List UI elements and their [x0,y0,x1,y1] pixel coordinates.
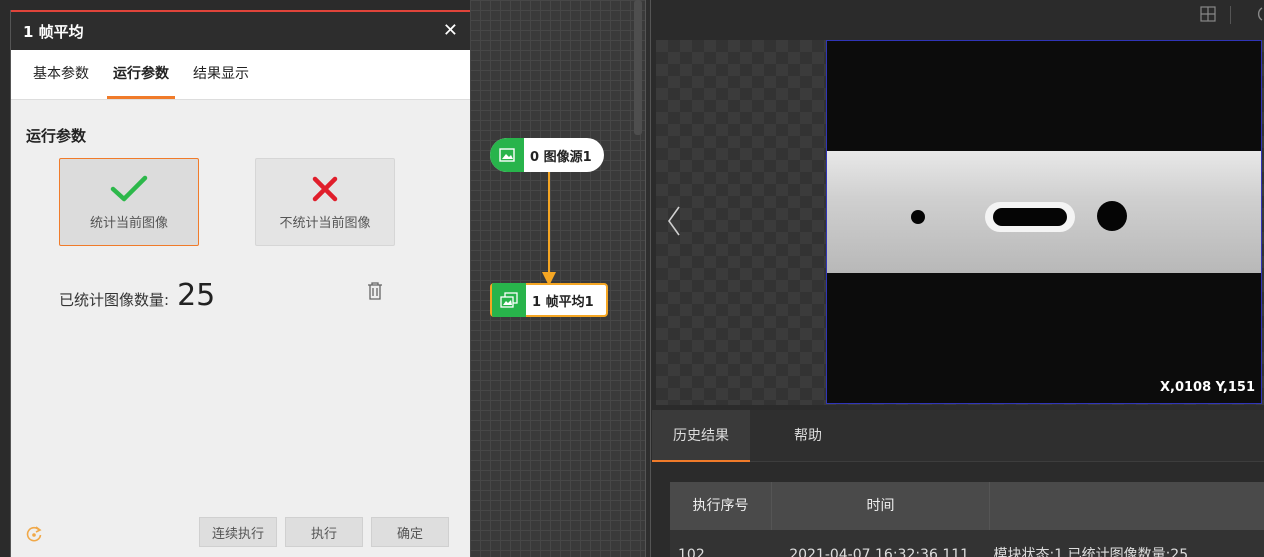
tab-history-results[interactable]: 历史结果 [652,410,750,462]
tab-basic-params[interactable]: 基本参数 [21,49,101,99]
toolbar-separator [1230,6,1231,24]
count-row: 已统计图像数量: 25 [59,278,215,313]
column-header: 执行序号 [670,482,772,530]
confirm-button[interactable]: 确定 [371,517,449,547]
flow-canvas[interactable] [470,0,650,557]
row-text: 模块状态:1,已统计图像数量:25 [993,547,1189,557]
column-header [990,482,1264,530]
chevron-left-icon[interactable] [666,205,682,241]
results-table: 执行序号 时间 102 2021-04-07 16:32:36.111 模块状态… [670,482,1264,557]
viewer-toolbar [652,0,1264,40]
flow-connector [542,172,556,286]
option-label: 统计当前图像 [89,215,168,231]
skip-current-image-button[interactable]: 不统计当前图像 [255,158,395,246]
camera-image: X,0108 Y,151 [826,40,1262,404]
refresh-icon[interactable] [25,525,43,547]
hole-small [911,210,925,224]
settings-icon[interactable] [1250,6,1264,26]
result-tabs: 历史结果 帮助 [652,410,1264,462]
canvas-scrollbar[interactable] [634,0,642,135]
trash-icon[interactable] [367,282,383,304]
row-index: 102 [678,547,705,557]
option-label: 不统计当前图像 [279,215,371,231]
count-label: 已统计图像数量: [59,291,170,309]
app-root: 1 帧平均 ✕ 基本参数 运行参数 结果显示 运行参数 统计当前图像 不统计当前… [0,0,1264,557]
dialog-title: 1 帧平均 [23,22,84,41]
image-display-area[interactable]: X,0108 Y,151 [656,40,1264,405]
node-label: 0 图像源1 [530,149,592,165]
count-current-image-button[interactable]: 统计当前图像 [59,158,199,246]
frame-average-dialog: 1 帧平均 ✕ 基本参数 运行参数 结果显示 运行参数 统计当前图像 不统计当前… [10,10,470,557]
panel-divider[interactable] [645,0,651,557]
tab-result-display[interactable]: 结果显示 [181,49,261,99]
section-title: 运行参数 [26,127,87,145]
cross-icon [310,174,340,204]
flow-node-frame-average[interactable]: 1 帧平均1 [490,283,608,317]
hole-large [1097,201,1127,231]
flow-node-image-source[interactable]: 0 图像源1 [490,138,604,172]
column-header: 时间 [772,482,990,530]
row-time: 2021-04-07 16:32:36.111 [789,547,970,557]
count-value: 25 [177,278,216,313]
execute-button[interactable]: 执行 [285,517,363,547]
image-icon [490,138,524,172]
slot [993,208,1067,226]
tab-help[interactable]: 帮助 [760,410,856,462]
check-icon [109,174,149,204]
tab-run-params[interactable]: 运行参数 [101,49,181,99]
table-header: 执行序号 时间 [670,482,1264,530]
coordinate-readout: X,0108 Y,151 [1159,380,1255,395]
node-label: 1 帧平均1 [532,294,594,310]
grid-icon[interactable] [1200,6,1216,26]
dialog-tabs: 基本参数 运行参数 结果显示 [11,50,470,100]
continuous-execute-button[interactable]: 连续执行 [199,517,277,547]
close-icon[interactable]: ✕ [443,22,458,40]
metal-strip [827,151,1261,273]
image-viewer: X,0108 Y,151 历史结果 帮助 执行序号 时间 102 2021-04… [652,0,1264,557]
frame-average-icon [492,283,526,317]
table-row[interactable]: 102 2021-04-07 16:32:36.111 模块状态:1,已统计图像… [678,544,1188,557]
dialog-header: 1 帧平均 ✕ [11,10,470,50]
